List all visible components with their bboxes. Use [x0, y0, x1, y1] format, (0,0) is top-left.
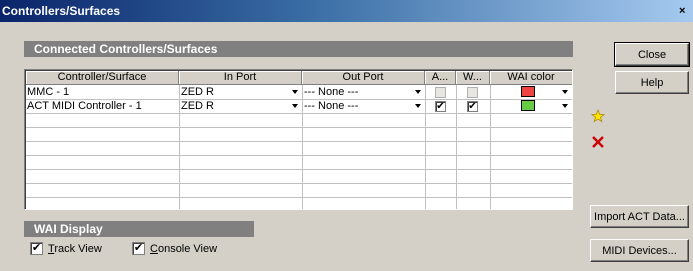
in-port-select[interactable]: ZED R	[181, 100, 214, 113]
grid-column-divider	[425, 85, 426, 209]
import-act-data-button[interactable]: Import ACT Data...	[590, 205, 689, 228]
column-header-in-port[interactable]: In Port	[179, 71, 302, 85]
wai-color-swatch[interactable]	[521, 100, 535, 111]
wai-checkbox	[467, 87, 478, 98]
wai-display-header-label: WAI Display	[34, 222, 103, 236]
grid-column-divider	[456, 85, 457, 209]
help-button[interactable]: Help	[615, 71, 689, 94]
active-checkbox	[435, 87, 446, 98]
wai-color-dropdown-arrow-icon[interactable]	[562, 90, 568, 94]
controllers-grid[interactable]: Controller/Surface In Port Out Port A...…	[24, 69, 573, 210]
add-controller-button[interactable]	[590, 108, 606, 124]
wai-checkbox[interactable]: ✔	[467, 101, 478, 112]
window-title: Controllers/Surfaces	[2, 4, 121, 18]
grid-row-divider	[26, 127, 572, 128]
midi-devices-button[interactable]: MIDI Devices...	[590, 239, 689, 262]
in-port-dropdown-arrow-icon[interactable]	[292, 90, 298, 94]
track-view-label: Track View	[48, 242, 102, 255]
connected-controllers-header-label: Connected Controllers/Surfaces	[34, 42, 218, 56]
grid-column-divider	[490, 85, 491, 209]
wai-display-header: WAI Display	[24, 221, 254, 237]
grid-column-divider	[302, 85, 303, 209]
close-button[interactable]: Close	[614, 42, 690, 67]
in-port-select[interactable]: ZED R	[181, 86, 214, 99]
track-view-option[interactable]: ✔ Track View	[30, 242, 102, 255]
column-header-out-port[interactable]: Out Port	[302, 71, 425, 85]
column-header-wai[interactable]: W...	[456, 71, 490, 85]
grid-row-divider	[26, 141, 572, 142]
grid-row-divider	[26, 183, 572, 184]
column-header-wai-color[interactable]: WAI color	[490, 71, 572, 85]
grid-row-divider	[26, 113, 572, 114]
grid-row-divider	[26, 197, 572, 198]
delete-x-icon	[592, 136, 604, 148]
console-view-option[interactable]: ✔ Console View	[132, 242, 217, 255]
grid-row-divider	[26, 155, 572, 156]
active-checkbox[interactable]: ✔	[435, 101, 446, 112]
column-header-controller[interactable]: Controller/Surface	[26, 71, 179, 85]
wai-color-dropdown-arrow-icon[interactable]	[562, 104, 568, 108]
wai-color-swatch[interactable]	[521, 86, 535, 97]
column-header-active[interactable]: A...	[425, 71, 456, 85]
connected-controllers-header: Connected Controllers/Surfaces	[24, 41, 573, 57]
out-port-dropdown-arrow-icon[interactable]	[415, 104, 421, 108]
window-close-button[interactable]: ×	[679, 3, 693, 19]
grid-row-divider	[26, 169, 572, 170]
controller-name-cell[interactable]: MMC - 1	[27, 86, 69, 99]
delete-controller-button[interactable]	[590, 134, 606, 150]
window-titlebar: Controllers/Surfaces ×	[0, 0, 693, 22]
console-view-checkbox[interactable]: ✔	[132, 242, 145, 255]
out-port-select[interactable]: --- None ---	[304, 100, 358, 113]
out-port-dropdown-arrow-icon[interactable]	[415, 90, 421, 94]
in-port-dropdown-arrow-icon[interactable]	[292, 104, 298, 108]
out-port-select[interactable]: --- None ---	[304, 86, 358, 99]
controller-name-cell[interactable]: ACT MIDI Controller - 1	[27, 100, 142, 113]
track-view-checkbox[interactable]: ✔	[30, 242, 43, 255]
console-view-label: Console View	[150, 242, 218, 255]
add-star-icon	[591, 109, 605, 123]
grid-column-divider	[179, 85, 180, 209]
